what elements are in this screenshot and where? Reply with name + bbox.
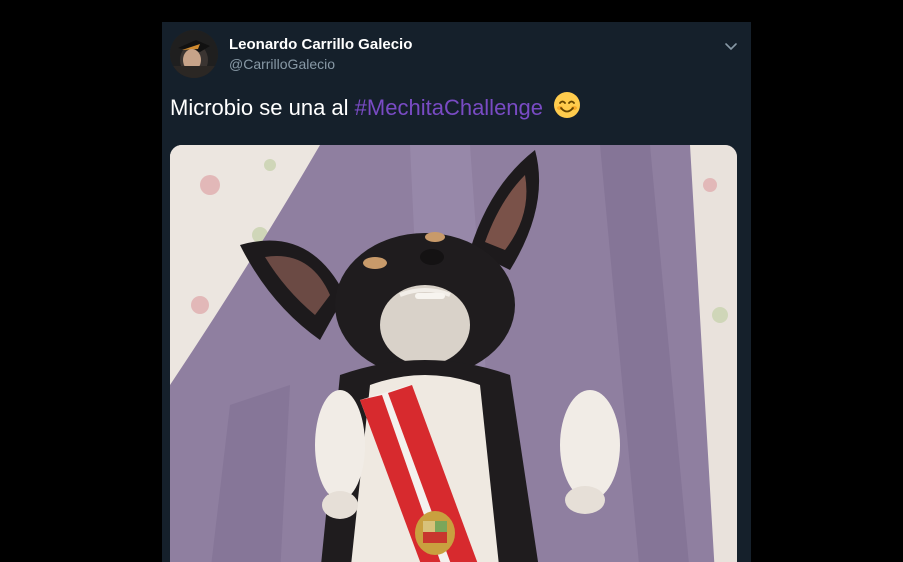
- dog-photo-image: [170, 145, 737, 562]
- tweet-header: Leonardo Carrillo Galecio @CarrilloGalec…: [170, 30, 743, 80]
- author-handle[interactable]: @CarrilloGalecio: [229, 56, 335, 72]
- smiling-face-emoji-icon: [553, 91, 581, 127]
- tweet-photo[interactable]: [170, 145, 737, 562]
- chevron-down-icon[interactable]: [723, 38, 739, 54]
- hashtag-link[interactable]: #MechitaChallenge: [355, 95, 543, 120]
- author-name[interactable]: Leonardo Carrillo Galecio: [229, 36, 412, 53]
- tweet-text: Microbio se una al #MechitaChallenge: [170, 91, 743, 127]
- tweet-card[interactable]: Leonardo Carrillo Galecio @CarrilloGalec…: [162, 22, 751, 562]
- tweet-body: Microbio se una al: [170, 95, 349, 120]
- avatar[interactable]: [170, 30, 218, 78]
